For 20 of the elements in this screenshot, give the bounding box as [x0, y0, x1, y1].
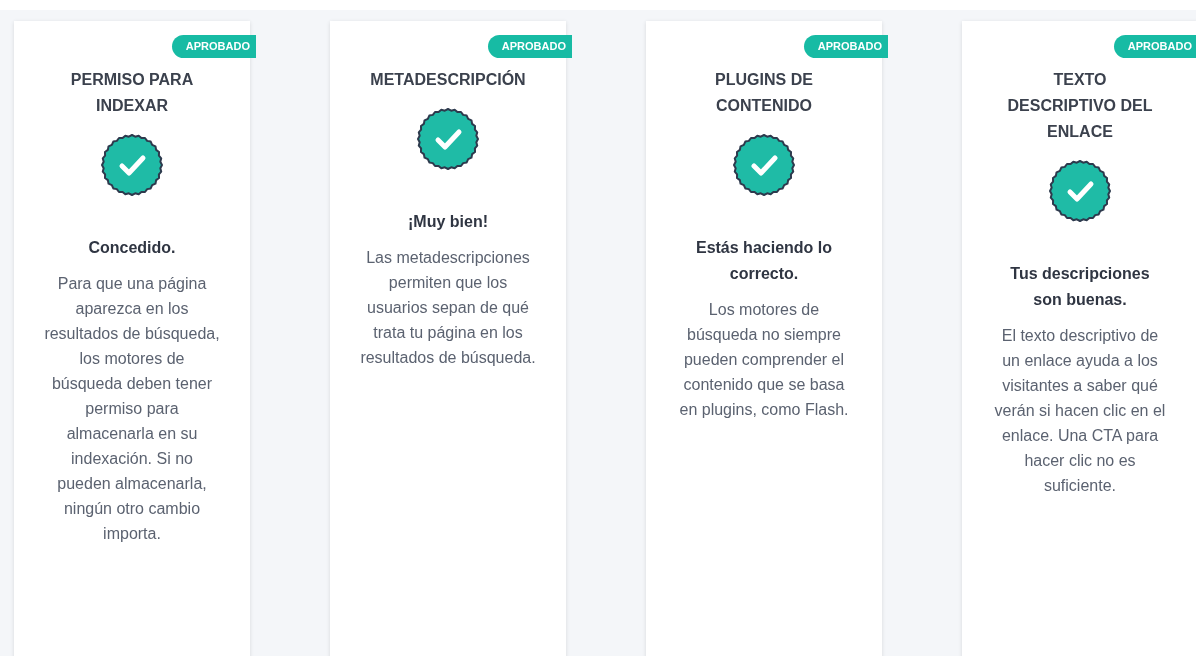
check-badge-icon [1048, 159, 1112, 223]
result-heading: ¡Muy bien! [407, 212, 489, 232]
description-text: El texto descriptivo de un enlace ayuda a los visitantes a saber qué verán si hacen clic en el enlace. Una CTA para hacer clic no es suficiente. [993, 326, 1167, 496]
result-heading: Estás haciendo lo correcto. [694, 238, 833, 284]
status-badge: APROBADO [487, 35, 572, 58]
card-title: METADESCRIPCIÓN [369, 69, 527, 90]
card-title: PERMISO PARA INDEXAR [69, 70, 195, 116]
status-badge: APROBADO [1113, 35, 1196, 58]
check-badge-icon [732, 133, 796, 197]
description-text: Las metadescripciones permiten que los usuarios sepan de qué trata tu página en los resultados de búsqueda. [360, 248, 536, 368]
check-badge-icon [416, 107, 480, 171]
status-badge: APROBADO [171, 35, 256, 58]
card-title: TEXTO DESCRIPTIVO DEL ENLACE [1006, 70, 1154, 142]
description-text: Los motores de búsqueda no siempre pueden comprender el contenido que se basa en plugins, como Flash. [678, 300, 850, 420]
result-heading: Tus descripciones son buenas. [1009, 264, 1151, 310]
card-title: PLUGINS DE CONTENIDO [714, 70, 814, 116]
result-heading: Concedido. [87, 238, 177, 258]
description-text: Para que una página aparezca en los resultados de búsqueda, los motores de búsqueda deben tener permiso para almacenarla en su indexación. Si no pueden almacenarla, ningún otro cambio importa. [44, 274, 220, 544]
check-badge-icon [100, 133, 164, 197]
status-badge: APROBADO [803, 35, 888, 58]
